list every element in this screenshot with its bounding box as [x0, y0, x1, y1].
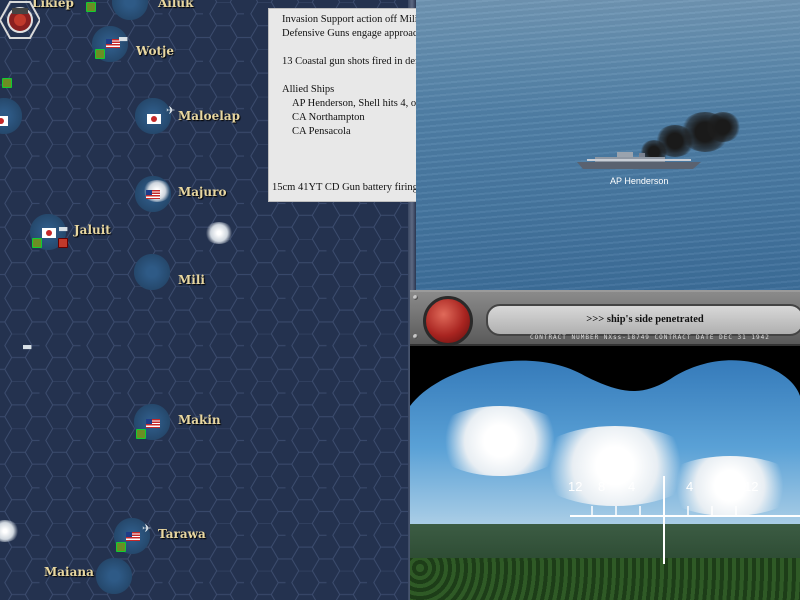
- enemy-unit-icon[interactable]: [58, 238, 68, 248]
- reticle-label: 12: [744, 479, 759, 494]
- report-ship-line: CA Northampton: [292, 112, 365, 123]
- aircraft-icon[interactable]: ✈: [142, 522, 151, 535]
- base-marker-icon[interactable]: [86, 2, 96, 12]
- base-marker-icon[interactable]: [116, 542, 126, 552]
- ocean-view: [416, 0, 800, 290]
- japan-flag-icon: [0, 116, 8, 126]
- hex-maiana[interactable]: [96, 558, 132, 594]
- base-marker-icon[interactable]: [95, 49, 105, 59]
- panel-header-bar: >>> ship's side penetrated CONTRACT NUMB…: [410, 290, 800, 346]
- report-title: Invasion Support action off Mili: [282, 14, 418, 25]
- ship-icon[interactable]: ▬: [22, 340, 32, 353]
- island-label-tarawa[interactable]: Tarawa: [158, 527, 206, 541]
- us-flag-icon: [146, 419, 160, 428]
- aircraft-icon[interactable]: ▬: [58, 222, 68, 235]
- base-marker-icon[interactable]: [136, 429, 146, 439]
- aircraft-icon[interactable]: ✈: [166, 104, 175, 117]
- island-label-maiana[interactable]: Maiana: [44, 565, 94, 579]
- bolt-icon: [413, 295, 418, 300]
- report-allied-header: Allied Ships: [282, 84, 335, 95]
- red-alert-button[interactable]: [423, 296, 473, 346]
- binocular-panel: >>> ship's side penetrated CONTRACT NUMB…: [410, 290, 800, 600]
- island-label-jaluit[interactable]: Jaluit: [74, 223, 111, 237]
- hex-mili[interactable]: [134, 254, 170, 290]
- reticle-label: 4: [628, 479, 636, 494]
- contract-text: CONTRACT NUMBER NXss-18749 CONTRACT DATE…: [530, 334, 770, 341]
- report-ship-line: CA Pensacola: [292, 126, 351, 137]
- combat-target-icon[interactable]: [0, 0, 40, 40]
- island-label-majuro[interactable]: Majuro: [178, 185, 226, 199]
- weather-cloud-icon: [204, 222, 234, 244]
- island-label-ailuk[interactable]: Ailuk: [158, 0, 193, 10]
- island-label-wotje[interactable]: Wotje: [136, 44, 174, 58]
- base-marker-icon[interactable]: [2, 78, 12, 88]
- us-flag-icon: [126, 532, 140, 541]
- reticle-label: 8: [598, 479, 606, 494]
- smoke-plume: [705, 112, 741, 142]
- japan-flag-icon: [147, 114, 161, 124]
- island-label-makin[interactable]: Makin: [178, 413, 221, 427]
- base-marker-icon[interactable]: [32, 238, 42, 248]
- reticle-label: 12: [568, 479, 583, 494]
- binocular-view: 12 8 4 4 8 12: [410, 346, 800, 600]
- hex-ailuk[interactable]: [112, 0, 148, 20]
- reticle-label: 4: [686, 479, 694, 494]
- ocean-waves: [416, 0, 800, 290]
- japan-flag-icon: [42, 228, 56, 238]
- ship-label: AP Henderson: [610, 176, 669, 186]
- aircraft-icon[interactable]: ▬: [118, 32, 128, 45]
- status-strip: >>> ship's side penetrated: [486, 304, 800, 336]
- island-label-mili[interactable]: Mili: [178, 273, 205, 287]
- us-flag-icon: [146, 190, 160, 199]
- ship-ap-henderson-icon[interactable]: [577, 150, 701, 170]
- binocular-mask: [410, 346, 800, 600]
- island-label-maloelap[interactable]: Maloelap: [178, 109, 240, 123]
- reticle-label: 8: [716, 479, 724, 494]
- bolt-icon: [413, 334, 418, 339]
